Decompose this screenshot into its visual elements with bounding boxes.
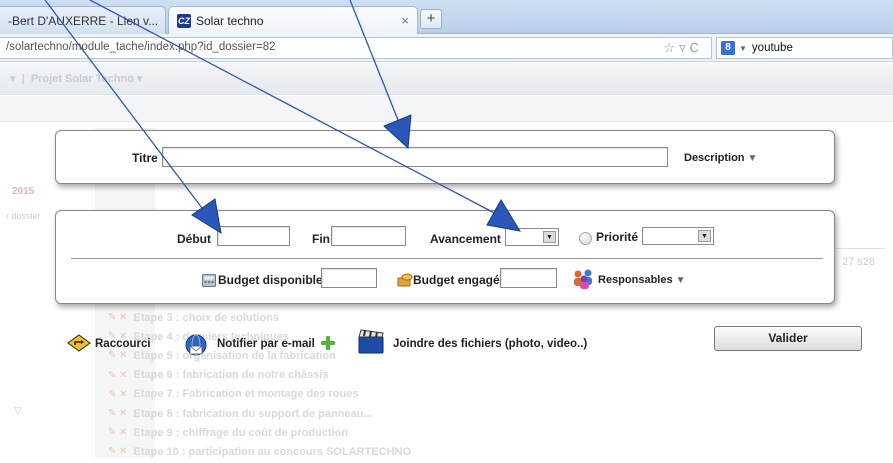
app-subbar <box>0 96 893 122</box>
avancement-select[interactable]: ▼ <box>505 228 559 246</box>
tab-close-icon[interactable]: × <box>158 13 165 28</box>
address-bar[interactable]: /solartechno/module_tache/index.php?id_d… <box>0 37 712 59</box>
budget-engage-input[interactable] <box>500 268 557 288</box>
budget-disponible-label: Budget disponible <box>218 273 323 287</box>
chevron-down-icon: ▼ <box>747 153 758 164</box>
list-item: ✎ ✕ Etape 10 : participation au concours … <box>108 445 412 458</box>
film-clapper-icon <box>358 329 384 354</box>
edit-delete-icon: ✎ ✕ <box>108 446 128 458</box>
edit-delete-icon: ✎ ✕ <box>108 312 128 324</box>
tab-label: Solar techno <box>196 13 264 28</box>
titre-input[interactable] <box>162 147 668 167</box>
app-navbar: ▾ | Projet Solar Techno ▾ <box>0 63 893 95</box>
tab-inactive[interactable]: -Bert D'AUXERRE - Lien v... × <box>0 6 166 34</box>
url-text: /solartechno/module_tache/index.php?id_d… <box>6 41 276 53</box>
google-icon: 8 <box>721 41 735 55</box>
tab-label: -Bert D'AUXERRE - Lien v... <box>8 13 159 28</box>
dropdown-arrow-icon[interactable]: ▼ <box>739 44 747 53</box>
background-chevron-icon: ▽ <box>14 406 22 417</box>
planning-panel: Début Fin Avancement ▼ Priorité ▼ Budget… <box>55 210 835 304</box>
responsables-toggle[interactable]: Responsables ▼ <box>598 274 686 286</box>
background-divider <box>830 248 885 249</box>
list-item: ✎ ✕ Etape 9 : chiffrage du coût de produc… <box>108 426 349 439</box>
browser-window: -Bert D'AUXERRE - Lien v... × CZ Solar t… <box>0 0 893 463</box>
joindre-fichiers-button[interactable]: Joindre des fichiers (photo, video..) <box>393 338 587 350</box>
new-tab-button[interactable]: + <box>420 9 442 29</box>
divider <box>71 258 823 259</box>
shortcut-sign-icon <box>67 334 91 352</box>
edit-delete-icon: ✎ ✕ <box>108 388 128 400</box>
users-group-icon <box>574 269 592 289</box>
chevron-down-icon: ▼ <box>698 230 711 242</box>
tab-close-icon[interactable]: × <box>395 13 409 28</box>
edit-delete-icon: ✎ ✕ <box>108 369 128 381</box>
bookmark-star-icon[interactable]: ☆▿C <box>663 40 703 56</box>
priorite-label: Priorité <box>596 230 639 244</box>
background-year: 2015 <box>12 186 35 197</box>
list-item: ✎ ✕ Etape 6 : fabrication de notre châssi… <box>108 369 329 382</box>
title-panel: Titre Description ▼ <box>55 130 835 184</box>
list-item: ✎ ✕ Etape 8 : fabrication du support de p… <box>108 407 373 420</box>
budget-calculator-icon <box>202 274 216 287</box>
tab-strip: -Bert D'AUXERRE - Lien v... × CZ Solar t… <box>0 0 893 34</box>
background-week-numbers: 27 s28 <box>842 256 876 268</box>
debut-input[interactable] <box>217 226 290 246</box>
priorite-select[interactable]: ▼ <box>642 227 714 245</box>
notifier-email-button[interactable]: Notifier par e-mail <box>217 338 315 350</box>
valider-button[interactable]: Valider <box>714 326 862 351</box>
edit-delete-icon: ✎ ✕ <box>108 408 128 420</box>
email-globe-icon <box>185 334 207 356</box>
breadcrumb[interactable]: ▾ | Projet Solar Techno ▾ <box>10 72 143 85</box>
search-box[interactable]: 8 ▼ youtube <box>716 37 893 59</box>
search-text: youtube <box>751 42 793 54</box>
budget-engage-label: Budget engagé <box>413 273 500 287</box>
budget-disponible-input[interactable] <box>321 268 377 288</box>
add-plus-icon[interactable] <box>321 336 335 350</box>
fin-label: Fin <box>312 232 330 246</box>
chevron-down-icon: ▼ <box>675 275 686 286</box>
avancement-label: Avancement <box>430 232 501 246</box>
solartechno-favicon-icon: CZ <box>177 13 191 28</box>
background-dossier-label: r dossier <box>6 211 41 221</box>
edit-delete-icon: ✎ ✕ <box>108 350 128 362</box>
tab-active[interactable]: CZ Solar techno × <box>168 6 418 34</box>
fin-input[interactable] <box>331 226 406 246</box>
chevron-down-icon: ▼ <box>543 231 556 243</box>
list-item: ✎ ✕ Etape 7 : Fabrication et montage des … <box>108 388 359 401</box>
priorite-radio[interactable] <box>579 232 592 245</box>
browser-toolbar: /solartechno/module_tache/index.php?id_d… <box>0 34 893 62</box>
description-toggle[interactable]: Description ▼ <box>684 152 757 164</box>
budget-coins-icon <box>397 273 413 287</box>
raccourci-button[interactable]: Raccourci <box>95 338 151 350</box>
titre-label: Titre <box>132 151 158 165</box>
edit-delete-icon: ✎ ✕ <box>108 427 128 439</box>
list-item: ✎ ✕ Etape 3 : choix de solutions <box>108 311 280 324</box>
debut-label: Début <box>177 232 211 246</box>
